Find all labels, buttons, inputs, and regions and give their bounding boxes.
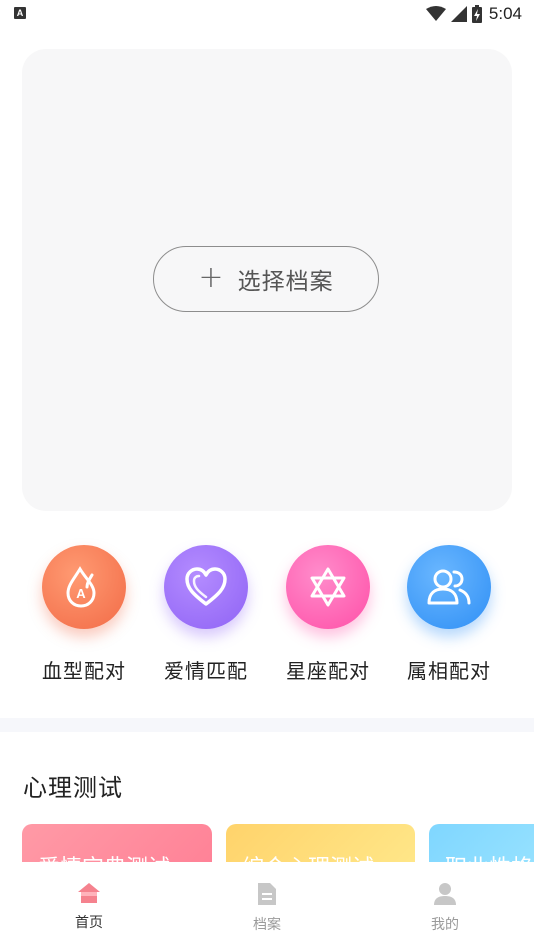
nav-mine[interactable]: 我的 <box>405 882 485 934</box>
nav-archive[interactable]: 档案 <box>227 882 307 934</box>
plus-icon: + <box>198 259 224 295</box>
profile-card: + 选择档案 <box>22 49 512 511</box>
home-icon <box>78 883 100 903</box>
select-profile-label: 选择档案 <box>237 269 334 295</box>
feature-label: 血型配对 <box>42 659 126 683</box>
select-profile-button[interactable]: + 选择档案 <box>153 246 379 312</box>
feature-label: 星座配对 <box>286 659 370 683</box>
svg-text:A: A <box>76 586 86 601</box>
nav-home[interactable]: 首页 <box>49 882 129 932</box>
feature-love-match[interactable]: 爱情匹配 <box>156 545 256 684</box>
feature-label: 属相配对 <box>407 659 491 683</box>
nav-label: 首页 <box>75 915 103 931</box>
nav-label: 我的 <box>431 917 459 933</box>
document-icon <box>258 883 276 905</box>
cell-signal-icon <box>450 6 467 22</box>
two-people-icon <box>407 545 491 629</box>
blood-drop-icon: A <box>42 545 126 629</box>
test-card-career[interactable]: 职业性格测 <box>429 824 534 864</box>
test-card-carousel[interactable]: 爱情宝典测试 综合心理测试 职业性格测 <box>0 824 534 864</box>
person-icon <box>434 883 456 905</box>
test-card-psychology[interactable]: 综合心理测试 <box>226 824 415 864</box>
section-title: 心理测试 <box>23 774 123 802</box>
feature-zodiac-match[interactable]: 星座配对 <box>278 545 378 684</box>
section-divider <box>0 718 534 732</box>
hexagram-star-icon <box>286 545 370 629</box>
status-icons: 5:04 <box>425 3 522 25</box>
feature-chinese-zodiac-match[interactable]: 属相配对 <box>399 545 499 684</box>
nav-label: 档案 <box>253 917 281 933</box>
feature-grid: A 血型配对 爱情匹配 星座配对 属相配对 <box>0 545 534 695</box>
bottom-nav: 首页 档案 我的 <box>0 862 534 950</box>
heart-icon <box>164 545 248 629</box>
battery-charging-icon <box>471 5 482 23</box>
notification-a-icon: A <box>14 7 26 19</box>
wifi-icon <box>425 6 446 21</box>
clock-time: 5:04 <box>488 4 522 23</box>
test-card-love[interactable]: 爱情宝典测试 <box>22 824 212 864</box>
status-bar: A 5:04 <box>0 0 534 30</box>
feature-label: 爱情匹配 <box>164 659 248 683</box>
feature-blood-type-match[interactable]: A 血型配对 <box>34 545 134 684</box>
